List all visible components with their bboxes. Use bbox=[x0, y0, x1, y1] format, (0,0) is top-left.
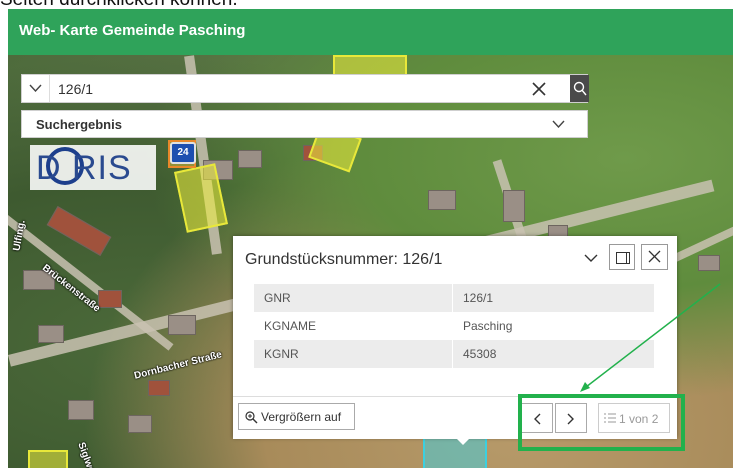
attribute-value: 45308 bbox=[452, 340, 654, 368]
close-icon bbox=[648, 250, 661, 263]
popup-pointer bbox=[455, 437, 471, 445]
building bbox=[168, 315, 196, 335]
building bbox=[38, 325, 64, 343]
route-badge: 24 bbox=[170, 142, 196, 164]
doris-logo: D RIS bbox=[30, 145, 156, 190]
search-bar bbox=[21, 74, 589, 103]
app-title: Web- Karte Gemeinde Pasching bbox=[19, 22, 246, 39]
clear-search-button[interactable] bbox=[530, 80, 548, 98]
table-row: GNR 126/1 bbox=[254, 284, 654, 312]
search-button[interactable] bbox=[570, 75, 589, 102]
attribute-value: Pasching bbox=[463, 319, 513, 333]
building bbox=[128, 415, 152, 433]
close-popup-button[interactable] bbox=[641, 244, 668, 270]
building bbox=[503, 190, 525, 222]
chevron-down-icon bbox=[29, 84, 42, 92]
dock-icon bbox=[616, 252, 630, 264]
annotation-highlight-box bbox=[518, 394, 685, 451]
street-label: Siglweg bbox=[75, 440, 99, 468]
app-window: Web- Karte Gemeinde Pasching Brückenstra… bbox=[8, 9, 733, 468]
search-source-dropdown[interactable] bbox=[22, 75, 50, 102]
zoom-in-icon bbox=[245, 411, 258, 424]
attribute-key: GNR bbox=[254, 284, 453, 312]
attribute-table: GNR 126/1 KGNAME Pasching KGNR 45308 bbox=[254, 284, 654, 368]
search-results-label: Suchergebnis bbox=[36, 117, 122, 132]
chevron-down-icon bbox=[584, 254, 598, 262]
zoom-to-label: Vergrößern auf bbox=[261, 409, 342, 424]
close-icon bbox=[532, 82, 546, 96]
attribute-key: KGNAME bbox=[254, 312, 453, 340]
search-results-dropdown[interactable]: Suchergebnis bbox=[21, 110, 588, 138]
page-caption: Seiten durchklicken können. bbox=[0, 0, 733, 9]
chevron-down-icon bbox=[552, 120, 565, 128]
collapse-popup-button[interactable] bbox=[580, 247, 602, 269]
zoom-to-button[interactable]: Vergrößern auf bbox=[238, 403, 355, 430]
logo-text: D RIS bbox=[36, 149, 132, 187]
popup-title: Grundstücksnummer: 126/1 bbox=[245, 251, 443, 268]
building bbox=[698, 255, 720, 271]
parcel-highlight[interactable] bbox=[28, 450, 68, 468]
attribute-key: KGNR bbox=[254, 340, 453, 368]
building bbox=[238, 150, 262, 168]
search-input[interactable] bbox=[58, 79, 508, 98]
search-icon bbox=[573, 81, 587, 96]
app-header: Web- Karte Gemeinde Pasching bbox=[8, 9, 733, 55]
dock-popup-button[interactable] bbox=[609, 244, 635, 270]
street-label: Dornbacher Straße bbox=[133, 349, 224, 382]
attribute-value: 126/1 bbox=[452, 284, 654, 312]
building bbox=[148, 380, 170, 396]
building bbox=[46, 205, 112, 257]
table-row: KGNR 45308 bbox=[254, 340, 654, 368]
table-row: KGNAME Pasching bbox=[254, 312, 654, 340]
building bbox=[68, 400, 94, 420]
building bbox=[428, 190, 456, 210]
